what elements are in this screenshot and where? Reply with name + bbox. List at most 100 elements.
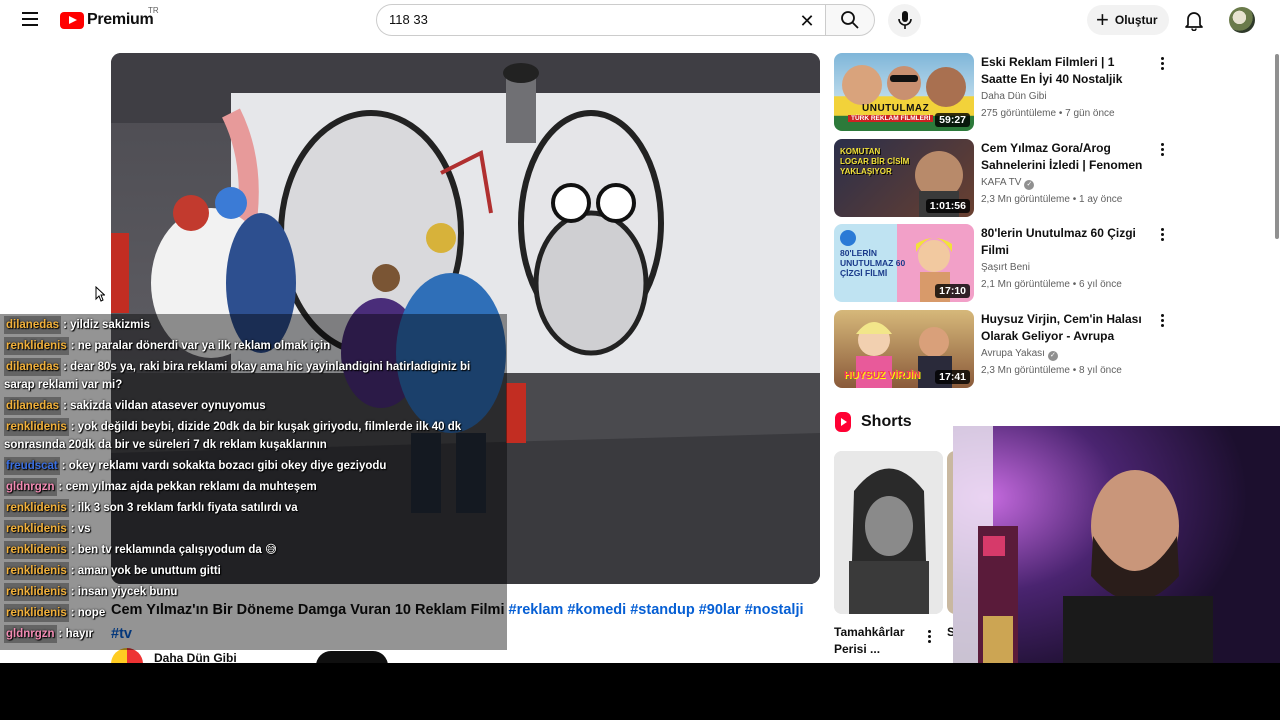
video-title[interactable]: Huysuz Virjin, Cem'in Halası Olarak Geli…	[981, 311, 1151, 345]
video-stats: 275 görüntüleme • 7 gün önce	[981, 108, 1115, 119]
chat-username[interactable]: renklidenis	[4, 499, 69, 517]
chat-text: : yok değildi beybi, dizide 20dk da bir …	[4, 421, 462, 451]
video-title[interactable]: Eski Reklam Filmleri | 1 Saatte En İyi 4…	[981, 54, 1151, 88]
chat-text: : yildiz sakizmis	[63, 319, 150, 331]
video-stats: 2,3 Mn görüntüleme • 1 ay önce	[981, 193, 1123, 205]
video-meta: Huysuz Virjin, Cem'in Halası Olarak Geli…	[981, 311, 1151, 379]
chat-text: : vs	[70, 523, 91, 535]
more-actions-icon[interactable]	[921, 628, 937, 648]
video-thumbnail[interactable]: KOMUTAN LOGAR BİR CİSİM YAKLAŞIYOR 1:01:…	[834, 138, 974, 217]
country-code: TR	[148, 6, 159, 15]
youtube-premium-logo[interactable]: Premium TR	[60, 6, 159, 30]
video-stats: 2,3 Mn görüntüleme • 8 yıl önce	[981, 364, 1122, 376]
voice-search-button[interactable]	[888, 4, 921, 37]
chat-username[interactable]: renklidenis	[4, 541, 69, 559]
channel-avatar[interactable]	[111, 648, 143, 663]
chat-username[interactable]: renklidenis	[4, 562, 69, 580]
scrollbar-thumb[interactable]	[1275, 54, 1279, 239]
hashtag-link[interactable]: #standup	[630, 602, 694, 618]
mouse-cursor-icon	[95, 286, 105, 302]
chat-message: renklidenis: nope	[0, 602, 507, 623]
short-thumbnail[interactable]	[834, 451, 943, 614]
chat-username[interactable]: renklidenis	[4, 583, 69, 601]
chat-text: : insan yiycek bunu	[70, 586, 178, 598]
video-meta: Eski Reklam Filmleri | 1 Saatte En İyi 4…	[981, 54, 1151, 122]
thumbnail-caption: UNUTULMAZ	[862, 103, 930, 114]
chat-message: dilanedas: yildiz sakizmis	[0, 314, 507, 335]
microphone-icon	[898, 11, 912, 29]
hashtag-link[interactable]: #nostalji	[745, 602, 804, 618]
channel-name[interactable]: Şaşırt Beni	[981, 261, 1151, 275]
chat-username[interactable]: dilanedas	[4, 358, 62, 376]
masthead: Premium TR ✕ + Oluştur	[0, 0, 1280, 40]
more-actions-icon[interactable]	[1154, 226, 1170, 246]
chat-text: : nope	[70, 607, 106, 619]
video-meta: Cem Yılmaz Gora/Arog Sahnelerini İzledi …	[981, 140, 1151, 208]
menu-icon[interactable]	[18, 8, 42, 32]
search-input[interactable]	[389, 12, 779, 27]
short-title[interactable]: Tamahkârlar Perisi ...	[834, 624, 924, 658]
chat-text: : ne paralar dönerdi var ya ilk reklam o…	[70, 340, 331, 352]
chat-username[interactable]: dilanedas	[4, 316, 62, 334]
chat-username[interactable]: renklidenis	[4, 418, 69, 436]
page-scrollbar[interactable]	[1274, 40, 1280, 663]
chat-username[interactable]: dilanedas	[4, 397, 62, 415]
chat-text: : ben tv reklamında çalışıyodum da 😅	[70, 544, 277, 556]
channel-name[interactable]: Avrupa Yakası ✓	[981, 347, 1151, 361]
chat-text: : dear 80s ya, raki bira reklami okay am…	[4, 361, 471, 391]
youtube-page: Premium TR ✕ + Oluştur	[0, 0, 1280, 663]
hashtag-link[interactable]: #komedi	[567, 602, 626, 618]
video-thumbnail[interactable]: UNUTULMAZ TÜRK REKLAM FİLMLERİ 59:27	[834, 53, 974, 131]
chat-username[interactable]: gldnrgzn	[4, 625, 57, 643]
chat-message: renklidenis: insan yiycek bunu	[0, 581, 507, 602]
chat-text: : hayır	[58, 628, 94, 640]
related-video[interactable]: 80'LERİN UNUTULMAZ 60 ÇİZGİ FİLMİ 17:10 …	[834, 224, 1174, 310]
search-box: ✕	[376, 4, 826, 36]
chat-username[interactable]: gldnrgzn	[4, 478, 57, 496]
video-thumbnail[interactable]: HUYSUZ VİRJİN 17:41	[834, 309, 974, 388]
chat-text: : ilk 3 son 3 reklam farklı fiyata satıl…	[70, 502, 298, 514]
more-actions-icon[interactable]	[1154, 141, 1170, 161]
channel-name-text: Daha Dün Gibi	[981, 91, 1047, 102]
channel-row: Daha Dün Gibi	[111, 648, 820, 663]
shorts-heading: Shorts	[835, 412, 912, 432]
more-actions-icon[interactable]	[1154, 55, 1170, 75]
video-stats: 2,1 Mn görüntüleme • 6 yıl önce	[981, 279, 1122, 290]
shorts-logo-icon	[835, 412, 851, 432]
chat-username[interactable]: renklidenis	[4, 337, 69, 355]
chat-message: renklidenis: ne paralar dönerdi var ya i…	[0, 335, 507, 356]
channel-name[interactable]: KAFA TV ✓	[981, 176, 1151, 190]
logo-text: Premium	[87, 11, 154, 28]
clear-search-icon[interactable]: ✕	[797, 11, 817, 31]
chat-username[interactable]: renklidenis	[4, 520, 69, 538]
chat-message: renklidenis: ilk 3 son 3 reklam farklı f…	[0, 497, 507, 518]
related-video[interactable]: KOMUTAN LOGAR BİR CİSİM YAKLAŞIYOR 1:01:…	[834, 138, 1174, 225]
video-title[interactable]: Cem Yılmaz Gora/Arog Sahnelerini İzledi …	[981, 140, 1151, 174]
shorts-title: Shorts	[861, 413, 912, 430]
thumbnail-subcaption: TÜRK REKLAM FİLMLERİ	[848, 115, 934, 122]
hashtag-link[interactable]: #90lar	[699, 602, 741, 618]
account-avatar[interactable]	[1229, 7, 1255, 33]
chat-message: renklidenis: vs	[0, 518, 507, 539]
notifications-button[interactable]	[1182, 8, 1206, 32]
stream-chat-overlay: dilanedas: yildiz sakizmis renklidenis: n…	[0, 314, 507, 650]
search-button[interactable]	[825, 4, 875, 36]
video-title[interactable]: 80'lerin Unutulmaz 60 Çizgi Filmi	[981, 225, 1151, 259]
youtube-logo-icon	[60, 11, 84, 29]
create-button[interactable]: + Oluştur	[1087, 5, 1169, 35]
related-video[interactable]: HUYSUZ VİRJİN 17:41 Huysuz Virjin, Cem'i…	[834, 309, 1174, 396]
chat-username[interactable]: renklidenis	[4, 604, 69, 622]
chat-text: : cem yılmaz ajda pekkan reklamı da muht…	[58, 481, 317, 493]
related-video[interactable]: UNUTULMAZ TÜRK REKLAM FİLMLERİ 59:27 Esk…	[834, 53, 1174, 139]
verified-badge-icon: ✓	[1024, 179, 1035, 190]
video-thumbnail[interactable]: 80'LERİN UNUTULMAZ 60 ÇİZGİ FİLMİ 17:10	[834, 224, 974, 302]
channel-name-text: Şaşırt Beni	[981, 262, 1030, 273]
video-duration: 17:10	[935, 284, 970, 298]
related-videos: UNUTULMAZ TÜRK REKLAM FİLMLERİ 59:27 Esk…	[834, 53, 1174, 395]
hashtag-link[interactable]: #reklam	[509, 602, 564, 618]
channel-name[interactable]: Daha Dün Gibi	[154, 651, 237, 663]
channel-name[interactable]: Daha Dün Gibi	[981, 90, 1151, 104]
more-actions-icon[interactable]	[1154, 312, 1170, 332]
subscribe-button[interactable]	[316, 651, 388, 663]
chat-username[interactable]: freudscat	[4, 457, 60, 475]
